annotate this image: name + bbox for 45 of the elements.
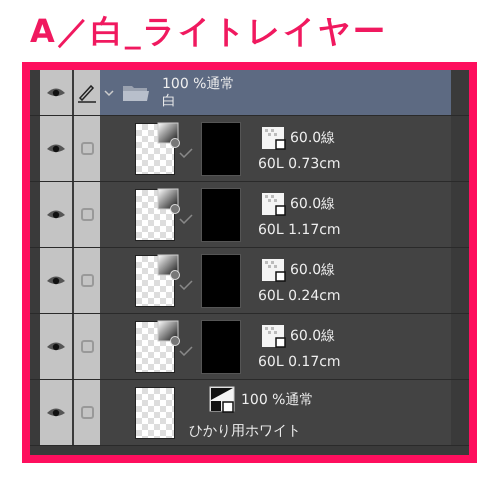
- gradient-icon: [157, 122, 181, 148]
- layer-type-icon: [209, 386, 237, 414]
- tone-setting: 60.0線: [290, 260, 336, 278]
- tone-icon: [261, 126, 287, 150]
- checkbox[interactable]: [80, 406, 94, 419]
- eye-icon[interactable]: [46, 208, 66, 220]
- eye-icon[interactable]: [46, 86, 66, 98]
- check-icon: [179, 280, 193, 290]
- tone-icon: [261, 324, 287, 348]
- layer-name: 60L 1.17cm: [258, 222, 341, 238]
- checkbox[interactable]: [80, 142, 94, 155]
- layer-row[interactable]: 100 %通常 白: [100, 70, 451, 115]
- eye-icon[interactable]: [46, 406, 66, 418]
- checkbox[interactable]: [80, 274, 94, 287]
- chevron-icon[interactable]: [104, 88, 114, 98]
- mask-thumbnail: [201, 122, 241, 176]
- gradient-icon: [157, 188, 181, 214]
- tone-icon: [261, 192, 287, 216]
- tone-setting: 60.0線: [290, 128, 336, 146]
- page-title: A／白_ライトレイヤー: [30, 11, 387, 52]
- eye-icon[interactable]: [46, 142, 66, 154]
- mask-thumbnail: [201, 188, 241, 242]
- eye-icon[interactable]: [46, 274, 66, 286]
- mask-thumbnail: [201, 254, 241, 308]
- mask-thumbnail: [201, 320, 241, 374]
- layer-name: 60L 0.17cm: [258, 354, 341, 370]
- pen-icon[interactable]: [77, 82, 97, 102]
- layer-name: ひかり用ホワイト: [189, 422, 302, 440]
- layer-thumbnail: [135, 386, 175, 438]
- layer-name: 60L 0.73cm: [258, 156, 341, 172]
- gradient-icon: [157, 320, 181, 346]
- gradient-icon: [157, 254, 181, 280]
- tone-setting: 60.0線: [290, 326, 336, 344]
- layer-name: 白: [162, 92, 177, 110]
- checkbox[interactable]: [80, 340, 94, 353]
- check-icon: [179, 346, 193, 356]
- tone-icon: [261, 258, 287, 282]
- check-icon: [179, 148, 193, 158]
- blend-mode: 100 %通常: [241, 390, 314, 408]
- tone-setting: 60.0線: [290, 194, 336, 212]
- checkbox[interactable]: [80, 208, 94, 221]
- eye-icon[interactable]: [46, 340, 66, 352]
- check-icon: [179, 214, 193, 224]
- blend-mode: 100 %通常: [162, 76, 234, 92]
- layer-name: 60L 0.24cm: [258, 288, 341, 304]
